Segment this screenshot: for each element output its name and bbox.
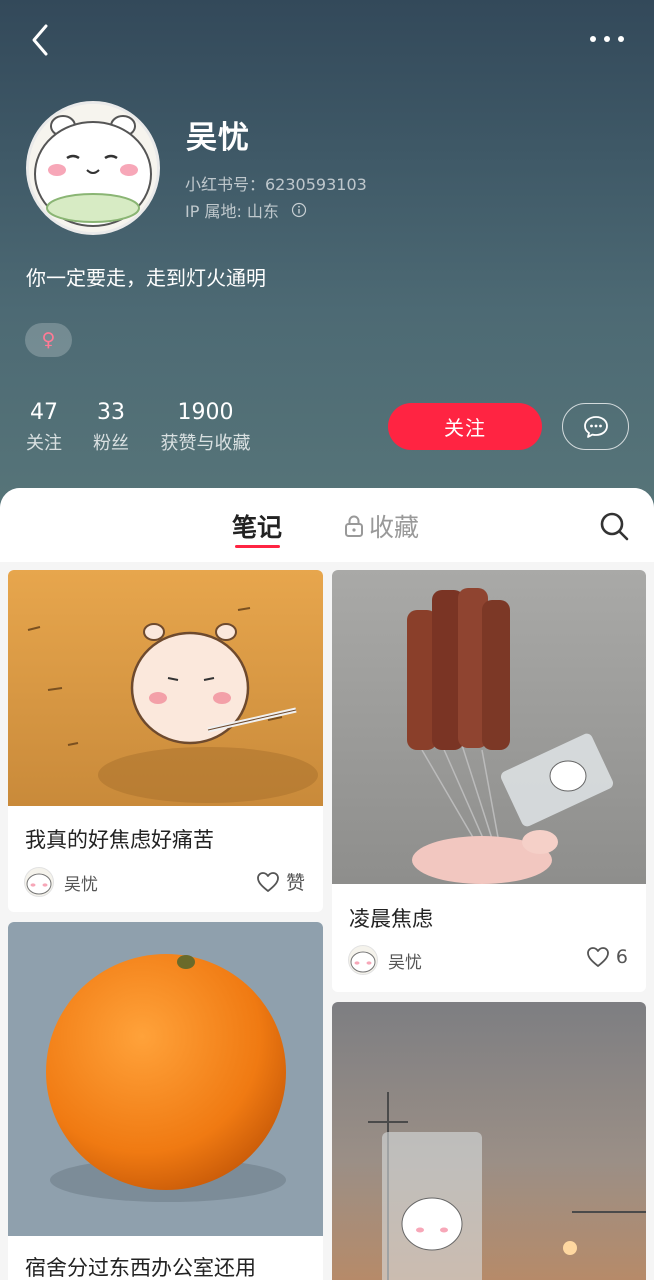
ip-location: IP 属地: 山东 [185,198,307,222]
stat-label: 关注 [26,433,62,454]
note-author[interactable]: 吴忧 [24,867,98,897]
stat-following[interactable]: 47 关注 [26,398,62,458]
note-card[interactable]: 宿舍分过东西办公室还用 [8,922,323,1280]
stat-label: 获赞与收藏 [160,433,251,454]
heart-icon [587,947,609,967]
note-card[interactable]: 我真的好焦虑好痛苦 吴忧 赞 [8,570,323,912]
bio: 你一定要走，走到灯火通明 [26,266,266,290]
message-button[interactable] [562,403,629,450]
like-button[interactable]: 6 [586,946,628,968]
note-image-skewers [332,570,646,884]
note-title: 宿舍分过东西办公室还用 [25,1256,256,1280]
note-image-sunset [332,1002,646,1280]
lock-icon [345,515,363,537]
note-card[interactable]: 凌晨焦虑 吴忧 6 [332,570,646,992]
author-name: 吴忧 [64,874,98,895]
note-image-hamster [8,570,323,806]
like-count: 6 [615,946,628,968]
like-count: 赞 [285,872,305,894]
hamster-avatar-icon [29,104,157,232]
user-id: 小红书号：6230593103 [185,175,367,194]
notes-panel: 笔记 收藏 我真的好焦虑好痛苦 吴忧 赞 凌晨焦虑 吴忧 6 宿舍分过东西办公室… [0,488,654,1280]
gender-badge: ♀ [25,323,72,357]
profile-header: 吴忧 小红书号：6230593103 IP 属地: 山东 你一定要走，走到灯火通… [0,0,654,520]
tab-collections-label: 收藏 [369,513,420,542]
stat-value: 33 [97,400,125,425]
like-button[interactable]: 赞 [256,868,305,895]
note-author[interactable]: 吴忧 [348,945,422,975]
tab-bar: 笔记 收藏 [0,488,654,562]
more-icon[interactable] [582,26,632,52]
note-card[interactable] [332,1002,646,1280]
heart-icon [257,871,279,892]
author-name: 吴忧 [388,952,422,973]
username: 吴忧 [186,120,250,156]
author-avatar [348,945,378,975]
stat-label: 粉丝 [93,433,129,454]
stat-likes-collections[interactable]: 1900 获赞与收藏 [159,398,252,458]
stat-value: 1900 [177,400,234,425]
female-icon: ♀ [41,329,56,351]
follow-button[interactable]: 关注 [388,403,542,450]
avatar[interactable] [26,101,160,235]
tab-active-indicator [235,545,280,548]
tab-collections[interactable]: 收藏 [343,508,419,544]
stat-value: 47 [30,400,58,425]
tab-notes[interactable]: 笔记 [228,508,286,544]
ip-location-text: IP 属地: 山东 [185,202,279,221]
note-title: 我真的好焦虑好痛苦 [25,828,214,852]
note-title: 凌晨焦虑 [349,907,433,931]
stat-followers[interactable]: 33 粉丝 [92,398,130,458]
chat-icon [583,415,608,438]
note-image-orange [8,922,323,1236]
info-icon[interactable] [291,202,307,218]
search-icon[interactable] [598,510,630,542]
back-icon[interactable] [24,20,60,60]
author-avatar [24,867,54,897]
